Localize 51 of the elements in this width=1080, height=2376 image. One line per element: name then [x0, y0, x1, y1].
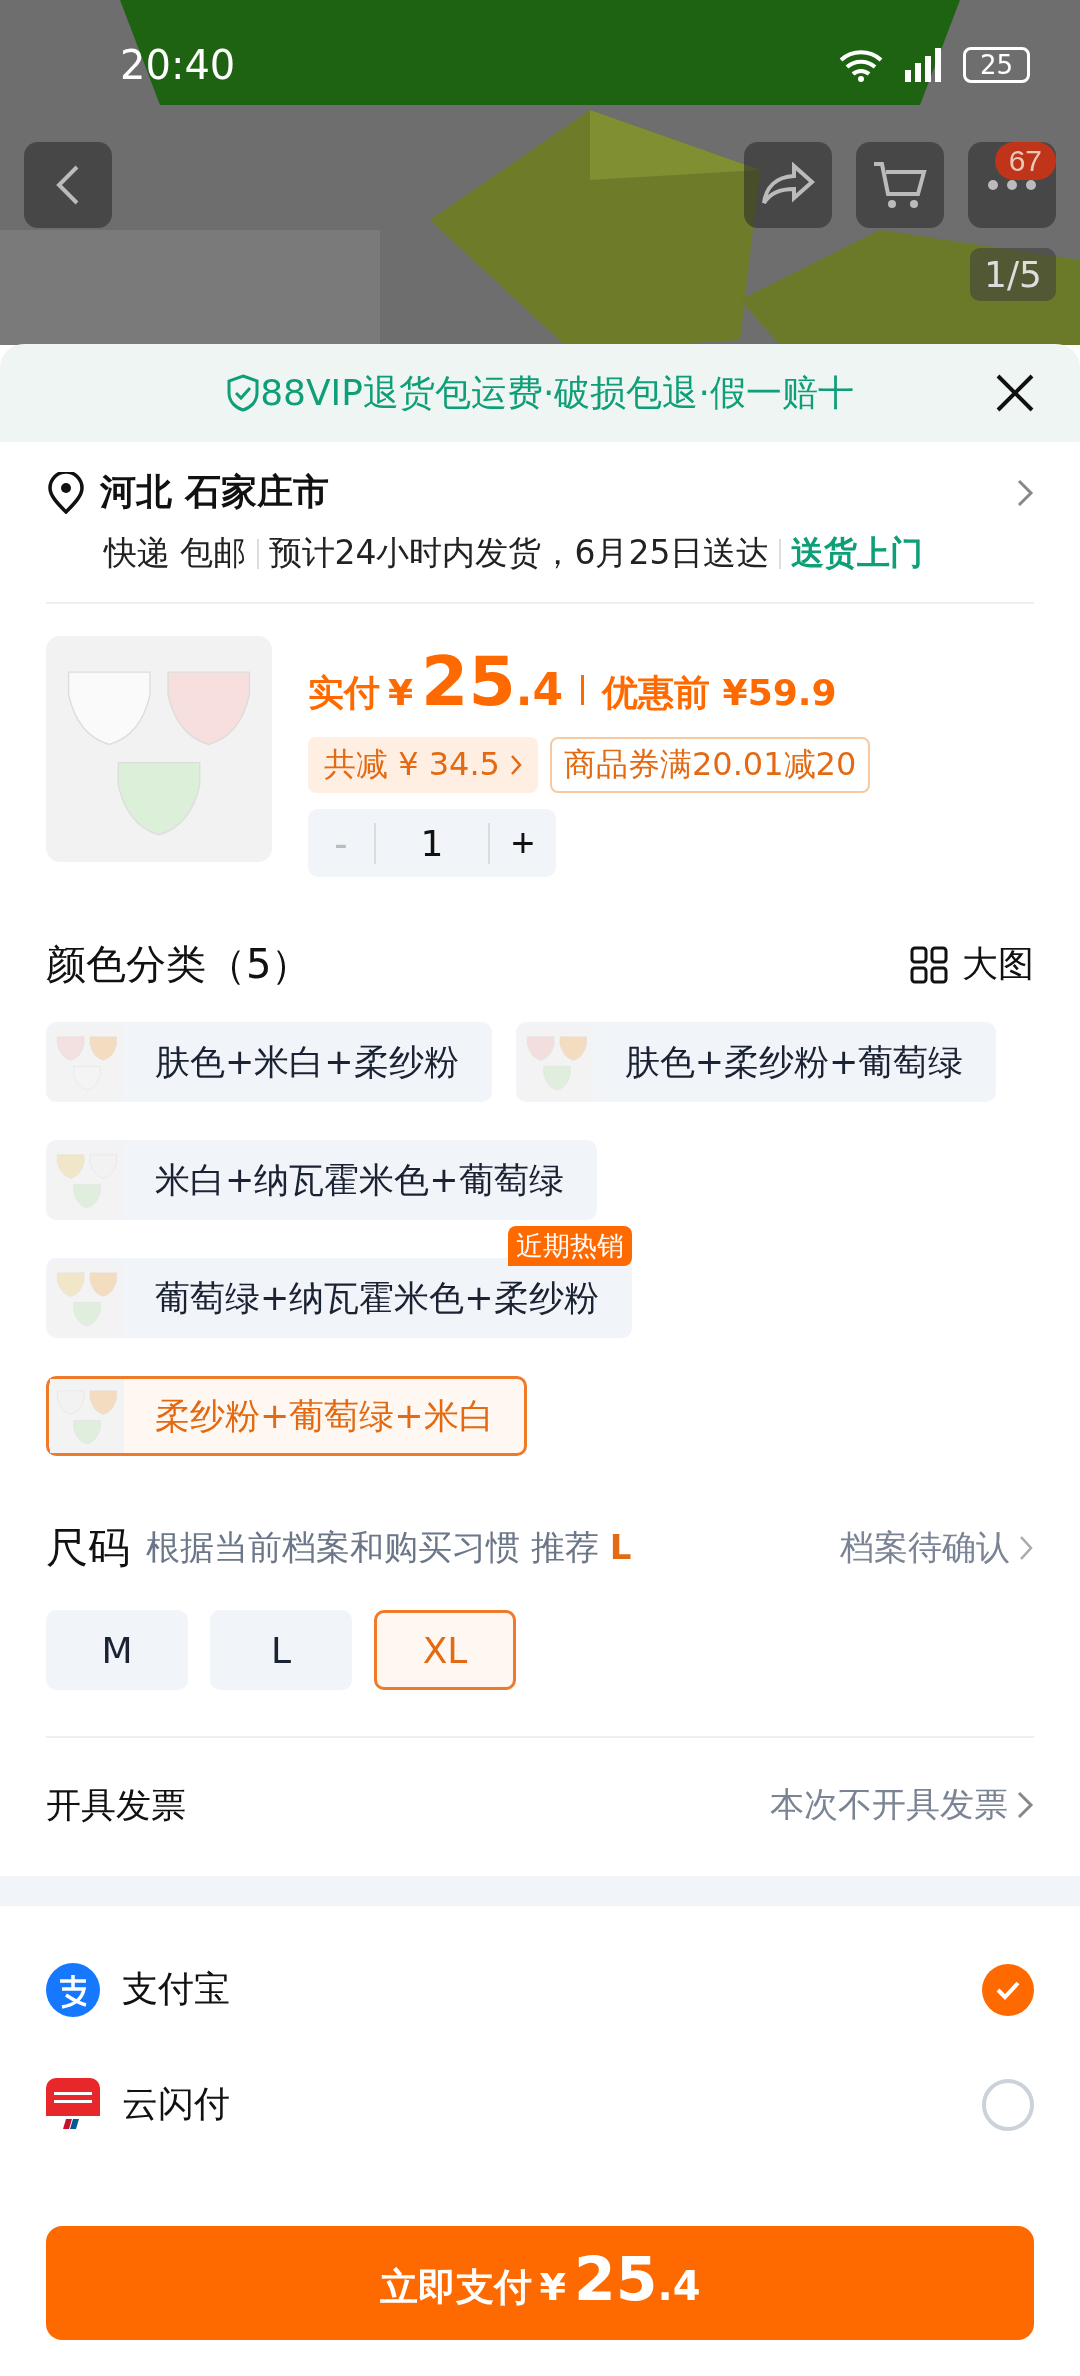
section-title: 颜色分类（5） [46, 940, 313, 989]
chevron-right-icon [1016, 1790, 1034, 1820]
share-button[interactable] [744, 142, 832, 228]
price-decimal: .4 [515, 664, 564, 715]
hot-sale-badge: 近期热销 [507, 1226, 632, 1266]
payment-logo-icon [46, 1962, 100, 2017]
more-icon [987, 179, 1037, 191]
chevron-right-icon [1016, 477, 1034, 508]
address-region[interactable]: 河北 石家庄市 [100, 468, 1002, 517]
chevron-right-icon [509, 754, 522, 776]
payment-logo-icon [46, 2077, 100, 2132]
more-button[interactable]: 67 [968, 142, 1056, 228]
payment-method-label: 支付宝 [122, 1967, 231, 2011]
cart-icon [872, 160, 928, 210]
delivery-tag: 送货上门 [791, 531, 924, 576]
original-price: 优惠前 ¥59.9 [602, 671, 837, 715]
radio-button[interactable] [982, 2078, 1034, 2131]
chevron-right-icon [1018, 1534, 1034, 1562]
location-pin-icon [46, 471, 86, 514]
image-counter: 1/5 [970, 248, 1056, 301]
payment-method-label: 云闪付 [122, 2082, 231, 2126]
color-option[interactable]: 米白+纳瓦霍米色+葡萄绿 [46, 1140, 597, 1220]
status-time: 20:40 [120, 42, 236, 88]
plus-button[interactable]: + [490, 820, 556, 866]
size-option[interactable]: L [210, 1610, 352, 1690]
battery-level: 25 [962, 47, 1030, 83]
pay-label: 实付 [308, 671, 380, 715]
color-option[interactable]: 肤色+米白+柔纱粉 [46, 1022, 492, 1102]
delivery-estimate: 预计24小时内发货，6月25日送达 [268, 532, 770, 574]
size-option[interactable]: M [46, 1610, 188, 1690]
signal-icon [902, 48, 943, 82]
cart-button[interactable] [856, 142, 944, 228]
section-title: 尺码 [46, 1522, 130, 1574]
invoice-label: 开具发票 [46, 1783, 187, 1827]
size-recommendation: 根据当前档案和购买习惯 推荐 L [146, 1526, 633, 1569]
color-option[interactable]: 肤色+柔纱粉+葡萄绿 [515, 1022, 997, 1102]
large-view-toggle[interactable]: 大图 [910, 940, 1034, 989]
quantity-value: 1 [374, 822, 490, 864]
shipping-method: 快递 包邮 [104, 532, 247, 574]
invoice-option[interactable]: 本次不开具发票 [770, 1782, 1034, 1828]
guarantee-text: 88VIP退货包运费·破损包退·假一赔十 [260, 370, 854, 415]
currency-symbol: ¥ [388, 672, 414, 713]
back-button[interactable] [24, 142, 112, 228]
check-icon [995, 1979, 1021, 2000]
shield-check-icon [226, 374, 261, 412]
price-integer: 25 [421, 642, 516, 721]
radio-button[interactable] [982, 1963, 1034, 2016]
wifi-icon [838, 48, 883, 82]
grid-icon [910, 945, 948, 984]
profile-link[interactable]: 档案待确认 [840, 1525, 1034, 1571]
coupon-tag: 商品券满20.01减20 [549, 737, 871, 793]
